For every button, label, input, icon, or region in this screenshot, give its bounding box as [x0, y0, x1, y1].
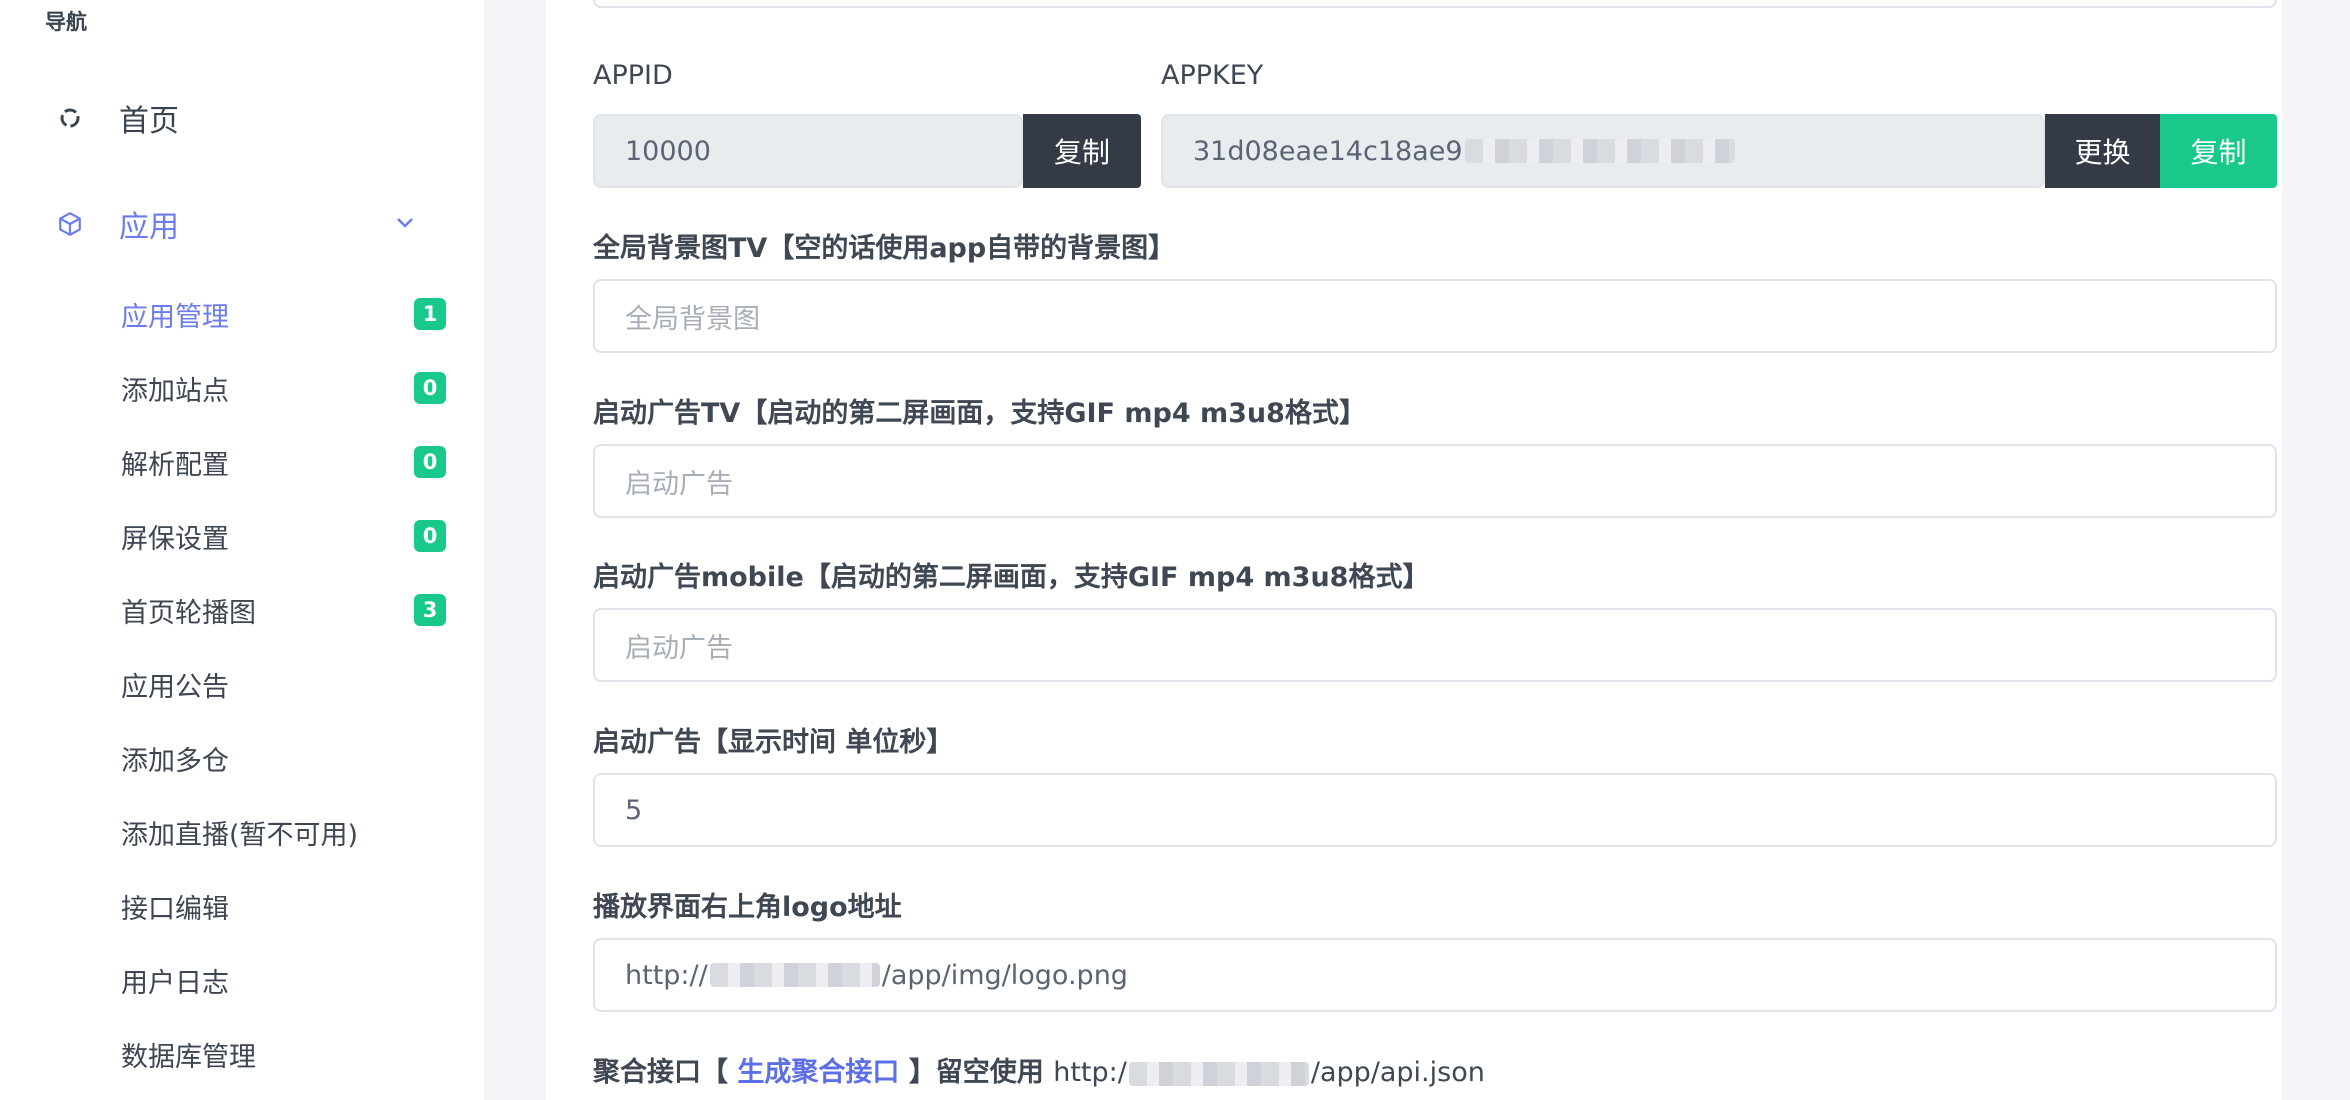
top-field[interactable] [593, 0, 2277, 8]
dashboard-icon [55, 103, 85, 133]
sidebar-item-user-log[interactable]: 用户日志 [121, 956, 446, 1004]
appkey-copy-button[interactable]: 复制 [2160, 114, 2277, 188]
count-badge: 1 [414, 298, 446, 330]
count-badge: 0 [414, 372, 446, 404]
agg-label: 聚合接口【 生成聚合接口 】留空使用 http://app/api.json [593, 1057, 1485, 1088]
sidebar-item-api-edit[interactable]: 接口编辑 [121, 882, 446, 930]
ad-mobile-input[interactable]: 启动广告 [593, 608, 2277, 682]
nav-home-label: 首页 [119, 104, 179, 139]
sidebar-item-database[interactable]: 数据库管理 [121, 1030, 446, 1078]
sidebar-item-add-repo[interactable]: 添加多仓 [121, 734, 446, 782]
logo-input[interactable]: http:// /app/img/logo.png [593, 938, 2277, 1012]
logo-label: 播放界面右上角logo地址 [593, 892, 902, 923]
redacted-blur [709, 963, 880, 987]
generate-agg-link[interactable]: 生成聚合接口 [737, 1057, 899, 1088]
sidebar-item-screensaver[interactable]: 屏保设置 0 [121, 512, 446, 560]
logo-url-prefix: http:// [625, 959, 708, 991]
agg-url-prefix: http:/ [1053, 1057, 1127, 1088]
sidebar-item-parse-config[interactable]: 解析配置 0 [121, 438, 446, 486]
redacted-blur [1464, 139, 1735, 163]
ad-tv-input[interactable]: 启动广告 [593, 444, 2277, 518]
appid-copy-button[interactable]: 复制 [1023, 114, 1141, 188]
appkey-value: 31d08eae14c18ae9 [1193, 135, 1463, 167]
redacted-blur [1128, 1061, 1309, 1086]
ad-tv-label: 启动广告TV【启动的第二屏画面，支持GIF mp4 m3u8格式】 [593, 398, 1366, 429]
agg-url-suffix: /app/api.json [1310, 1057, 1485, 1088]
nav-title: 导航 [45, 10, 87, 34]
appkey-field: 31d08eae14c18ae9 [1161, 114, 2045, 188]
bg-input[interactable]: 全局背景图 [593, 279, 2277, 353]
chevron-down-icon[interactable] [393, 210, 417, 234]
appid-label: APPID [593, 60, 673, 91]
count-badge: 0 [414, 520, 446, 552]
appid-field: 10000 [593, 114, 1023, 188]
nav-app-label: 应用 [119, 210, 179, 245]
appkey-change-button[interactable]: 更换 [2045, 114, 2160, 188]
count-badge: 0 [414, 446, 446, 478]
sidebar-item-add-site[interactable]: 添加站点 0 [121, 364, 446, 412]
logo-url-suffix: /app/img/logo.png [881, 959, 1128, 991]
ad-time-input[interactable]: 5 [593, 773, 2277, 847]
sidebar-item-app-manage[interactable]: 应用管理 1 [121, 290, 446, 338]
count-badge: 3 [414, 594, 446, 626]
ad-time-label: 启动广告【显示时间 单位秒】 [593, 727, 954, 758]
bg-label: 全局背景图TV【空的话使用app自带的背景图】 [593, 233, 1176, 264]
ad-mobile-label: 启动广告mobile【启动的第二屏画面，支持GIF mp4 m3u8格式】 [593, 562, 1430, 593]
sidebar-item-announcement[interactable]: 应用公告 [121, 660, 446, 708]
sidebar-item-add-live[interactable]: 添加直播(暂不可用) [121, 808, 446, 856]
cube-icon [55, 209, 85, 239]
appkey-label: APPKEY [1161, 60, 1264, 91]
nav-home[interactable]: 首页 [55, 96, 179, 140]
sidebar-item-carousel[interactable]: 首页轮播图 3 [121, 586, 446, 634]
nav-app[interactable]: 应用 [55, 202, 179, 246]
sidebar: 导航 首页 应用 应用管理 1 添加站点 0 解析配置 0 屏保设置 0 首页轮… [0, 0, 484, 1100]
